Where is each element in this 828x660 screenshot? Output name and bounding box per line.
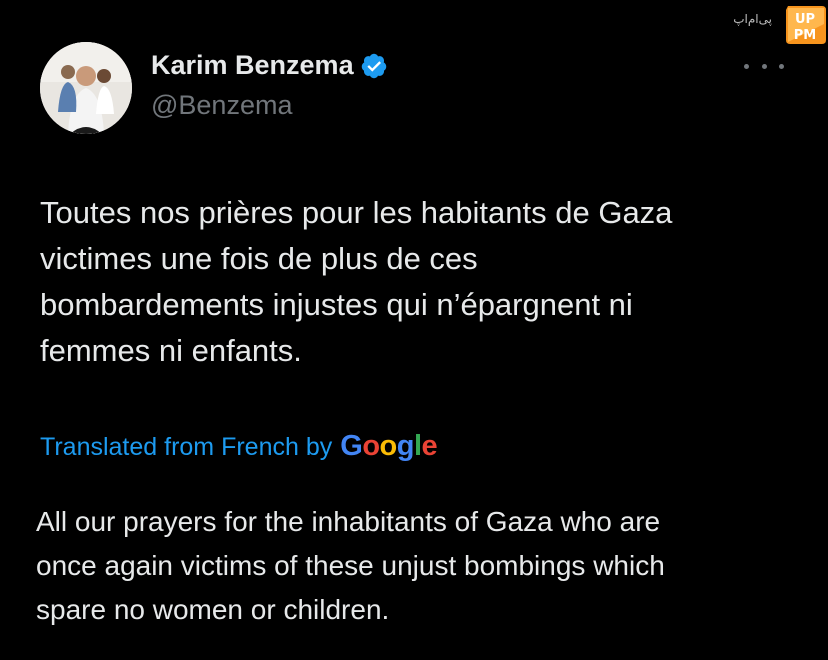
translated-text: All our prayers for the inhabitants of G… — [36, 500, 796, 632]
translated-line: All our prayers for the inhabitants of G… — [36, 506, 661, 537]
watermark-logo-bottom: PM — [794, 28, 816, 43]
watermark-logo-top: UP — [795, 12, 815, 27]
translated-line: once again victims of these unjust bombi… — [36, 550, 665, 581]
tweet-line: victimes une fois de plus de ces — [40, 241, 478, 276]
watermark-logo: UP PM — [786, 6, 826, 44]
avatar-photo — [40, 42, 132, 134]
tweet-line: bombardements injustes qui n’épargnent n… — [40, 287, 633, 322]
handle[interactable]: @Benzema — [151, 90, 292, 121]
name-row: Karim Benzema — [151, 50, 388, 81]
watermark-text: پی‌ام‌اپ — [733, 12, 772, 26]
more-dot — [761, 63, 767, 69]
verified-badge-icon — [361, 53, 386, 78]
more-dot — [744, 63, 749, 69]
translation-attribution[interactable]: Translated from French by Google — [40, 430, 438, 463]
tweet-header: Karim Benzema @Benzema — [40, 42, 788, 134]
more-dot — [779, 63, 784, 69]
display-name[interactable]: Karim Benzema — [151, 50, 354, 81]
tweet-line: femmes ni enfants. — [40, 333, 302, 368]
google-logo: Google — [340, 430, 438, 462]
translated-line: spare no women or children. — [36, 594, 390, 625]
translation-label[interactable]: Translated from French by — [40, 433, 332, 462]
tweet-line: Toutes nos prières pour les habitants de… — [40, 195, 673, 230]
tweet-text: Toutes nos prières pour les habitants de… — [40, 190, 800, 374]
avatar[interactable] — [40, 42, 132, 134]
more-options-icon[interactable] — [744, 56, 784, 76]
